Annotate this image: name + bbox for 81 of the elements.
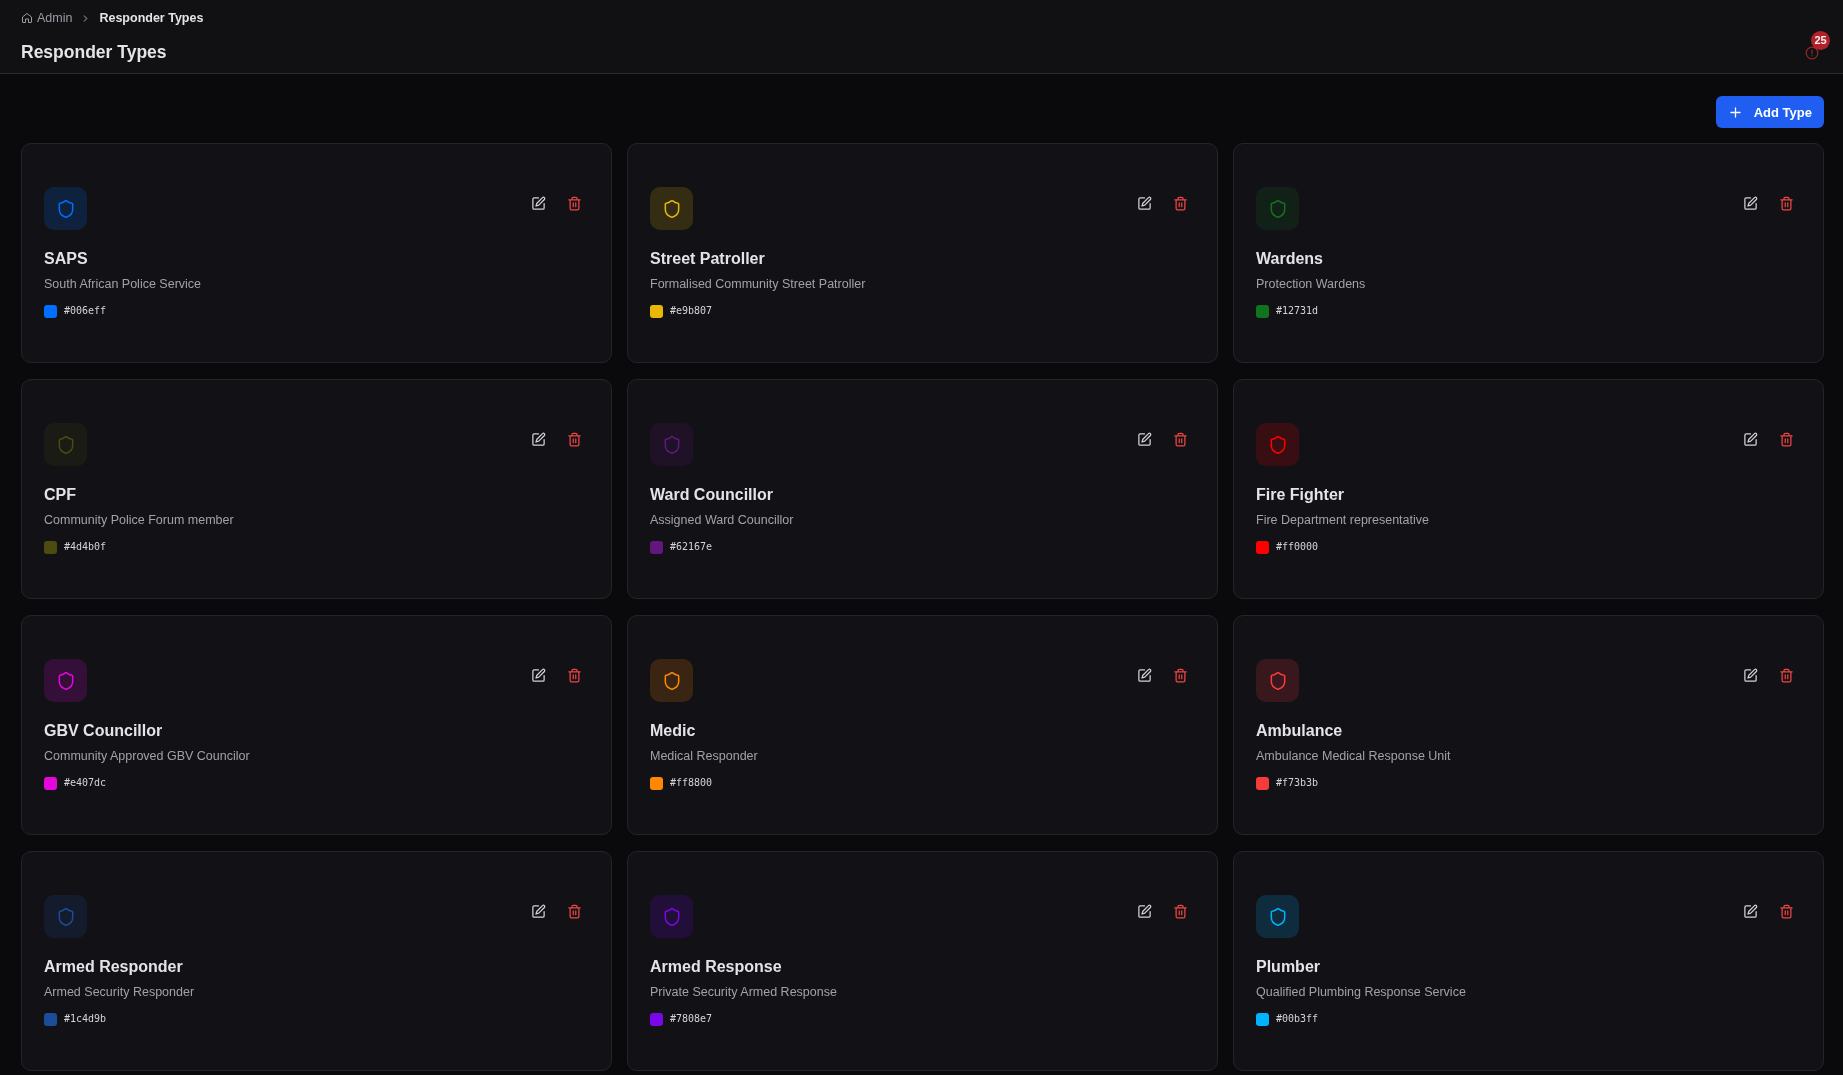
color-code: #ff0000: [1276, 540, 1319, 554]
type-description: Ambulance Medical Response Unit: [1256, 748, 1452, 765]
shield-icon: [1256, 187, 1299, 230]
pencil-square-icon: [1743, 432, 1758, 447]
trash-icon: [567, 432, 582, 447]
type-name: Armed Responder: [44, 957, 184, 977]
plus-icon: [1729, 106, 1741, 118]
type-name: Wardens: [1256, 249, 1324, 269]
type-description: South African Police Service: [44, 276, 203, 293]
shield-icon: [44, 423, 87, 466]
color-code: #12731d: [1276, 304, 1319, 318]
add-type-button[interactable]: Add Type: [1715, 96, 1824, 128]
type-name: Armed Response: [650, 957, 783, 977]
pencil-square-icon: [1137, 668, 1152, 683]
type-description: Community Approved GBV Councilor: [44, 748, 251, 765]
color-code: #f73b3b: [1276, 776, 1319, 790]
type-description: Community Police Forum member: [44, 512, 235, 529]
trash-icon: [1173, 668, 1188, 683]
color-code: #ff8800: [670, 776, 713, 790]
trash-icon: [567, 668, 582, 683]
type-description: Armed Security Responder: [44, 984, 196, 1001]
type-description: Assigned Ward Councillor: [650, 512, 795, 529]
color-code: #7808e7: [670, 1012, 713, 1026]
type-description: Private Security Armed Response: [650, 984, 838, 1001]
chevron-icon: [81, 13, 91, 23]
type-description: Fire Department representative: [1256, 512, 1430, 529]
type-name: Street Patroller: [650, 249, 766, 269]
color-code: #006eff: [64, 304, 107, 318]
breadcrumb-link[interactable]: Admin: [21, 10, 73, 26]
color-code: #e9b807: [670, 304, 713, 318]
type-name: CPF: [44, 485, 77, 505]
notification-count: 25: [1811, 31, 1830, 50]
type-description: Qualified Plumbing Response Service: [1256, 984, 1467, 1001]
type-name: Ambulance: [1256, 721, 1344, 741]
shield-icon: [650, 659, 693, 702]
shield-icon: [1256, 895, 1299, 938]
trash-icon: [1173, 196, 1188, 211]
color-code: #00b3ff: [1276, 1012, 1319, 1026]
pencil-square-icon: [1137, 432, 1152, 447]
pencil-square-icon: [531, 196, 546, 211]
pencil-square-icon: [1137, 196, 1152, 211]
type-description: Formalised Community Street Patroller: [650, 276, 867, 293]
pencil-square-icon: [1137, 904, 1152, 919]
trash-icon: [567, 904, 582, 919]
color-code: #e407dc: [64, 776, 107, 790]
shield-icon: [650, 187, 693, 230]
type-description: Medical Responder: [650, 748, 759, 765]
color-code: #4d4b0f: [64, 540, 107, 554]
pencil-square-icon: [531, 904, 546, 919]
shield-icon: [1256, 659, 1299, 702]
shield-icon: [44, 659, 87, 702]
shield-icon: [1256, 423, 1299, 466]
type-name: SAPS: [44, 249, 89, 269]
alert-icon[interactable]: [1805, 46, 1819, 60]
shield-icon: [650, 423, 693, 466]
type-description: Protection Wardens: [1256, 276, 1367, 293]
trash-icon: [1779, 668, 1794, 683]
type-name: Fire Fighter: [1256, 485, 1345, 505]
type-name: GBV Councillor: [44, 721, 164, 741]
pencil-square-icon: [1743, 668, 1758, 683]
pencil-square-icon: [531, 432, 546, 447]
page-title: Responder Types: [21, 41, 168, 64]
shield-icon: [44, 895, 87, 938]
shield-icon: [44, 187, 87, 230]
trash-icon: [1779, 904, 1794, 919]
type-name: Medic: [650, 721, 697, 741]
trash-icon: [1779, 432, 1794, 447]
home-icon: [21, 12, 33, 24]
trash-icon: [1173, 904, 1188, 919]
pencil-square-icon: [531, 668, 546, 683]
breadcrumb-current: Responder Types: [99, 10, 204, 26]
type-name: Plumber: [1256, 957, 1321, 977]
color-code: #1c4d9b: [64, 1012, 107, 1026]
trash-icon: [567, 196, 582, 211]
pencil-square-icon: [1743, 904, 1758, 919]
color-code: #62167e: [670, 540, 713, 554]
pencil-square-icon: [1743, 196, 1758, 211]
type-name: Ward Councillor: [650, 485, 774, 505]
shield-icon: [650, 895, 693, 938]
trash-icon: [1779, 196, 1794, 211]
trash-icon: [1173, 432, 1188, 447]
